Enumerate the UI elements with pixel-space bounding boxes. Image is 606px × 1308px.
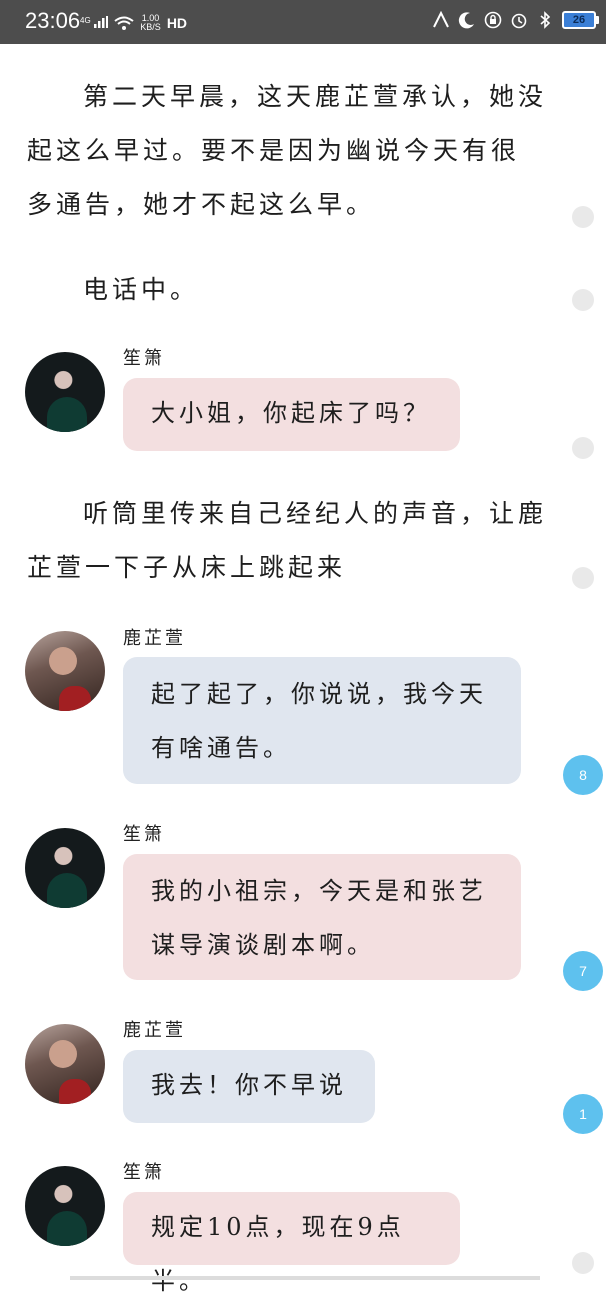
speaker-name: 笙箫 [123, 1162, 165, 1183]
wifi-icon [114, 16, 134, 30]
nfc-icon [433, 11, 449, 28]
status-left-icons: 4G 1.00 KB/S HD [80, 14, 187, 32]
clock: 23:06 [25, 8, 81, 33]
speaker-name: 笙箫 [123, 348, 165, 369]
chat-bubble: 起了起了，你说说，我今天有啥通告。 [123, 657, 521, 784]
battery-level: 26 [572, 14, 586, 26]
lock-icon [484, 11, 502, 29]
paragraph-comment-marker[interactable] [572, 567, 594, 589]
speaker-name: 鹿芷萱 [123, 1020, 186, 1041]
cellular-signal-icon: 4G [80, 15, 109, 31]
chat-bubble: 我去！你不早说 [123, 1050, 375, 1123]
bottom-toolbar-edge [70, 1276, 540, 1280]
paragraph-comment-marker[interactable] [572, 206, 594, 228]
chat-bubble: 我的小祖宗，今天是和张艺谋导演谈剧本啊。 [123, 854, 521, 980]
comment-count-badge[interactable]: 7 [563, 951, 603, 991]
speaker-name: 笙箫 [123, 824, 165, 845]
paragraph-comment-marker[interactable] [572, 1252, 594, 1274]
chat-bubble: 规定10点，现在9点半。 [123, 1192, 460, 1295]
avatar[interactable] [25, 352, 105, 432]
bluetooth-icon [540, 11, 551, 29]
comment-count-badge[interactable]: 1 [563, 1094, 603, 1134]
chat-bubble: 大小姐，你起床了吗？ [123, 378, 460, 451]
comment-count-badge[interactable]: 8 [563, 755, 603, 795]
avatar[interactable] [25, 828, 105, 908]
hd-icon: HD [166, 15, 188, 31]
alarm-icon [511, 13, 527, 29]
paragraph-comment-marker[interactable] [572, 437, 594, 459]
network-type: 4G [80, 15, 91, 25]
network-speed-unit: KB/S [140, 22, 161, 32]
network-speed: 1.00 KB/S [140, 14, 161, 32]
narration-paragraph: 听筒里传来自己经纪人的声音，让鹿芷萱一下子从床上跳起来 [27, 499, 548, 582]
status-bar: 23:06 4G 1.00 KB/S HD 26 [0, 0, 606, 44]
narration-paragraph: 第二天早晨，这天鹿芷萱承认，她没起这么早过。要不是因为幽说今天有很多通告，她才不… [27, 82, 548, 219]
speaker-name: 鹿芷萱 [123, 628, 186, 649]
avatar[interactable] [25, 1166, 105, 1246]
avatar[interactable] [25, 1024, 105, 1104]
narration-paragraph: 电话中。 [83, 275, 200, 304]
avatar[interactable] [25, 631, 105, 711]
status-right-icons: 26 [432, 11, 599, 29]
moon-icon [458, 12, 474, 29]
paragraph-comment-marker[interactable] [572, 289, 594, 311]
battery-icon: 26 [562, 11, 599, 29]
